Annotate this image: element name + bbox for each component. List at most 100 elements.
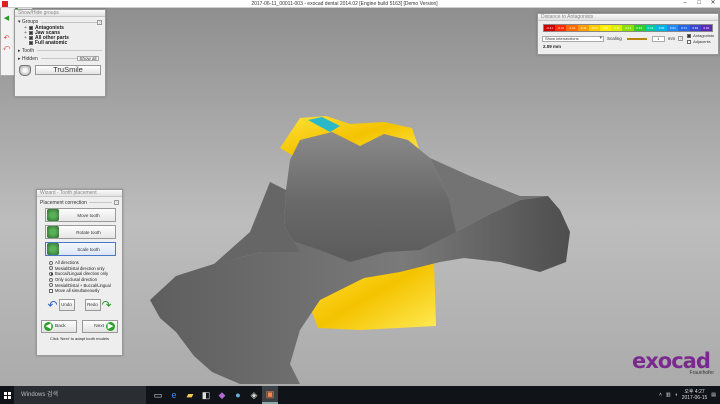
distance-title: Distance to Antagonists [538, 14, 718, 21]
scale-cell: 0.11 [611, 25, 623, 31]
app-icon-blue[interactable]: ● [230, 386, 246, 404]
next-button[interactable]: Next ▶ [82, 319, 118, 333]
scaling-input[interactable]: 1 [651, 35, 665, 42]
showhide-title: Show/Hide groups [15, 10, 105, 17]
exocad-taskbar-icon[interactable]: ▣ [262, 386, 278, 404]
scale-tooth-label: Scale tooth [77, 246, 100, 252]
tooth-move-icon [47, 209, 59, 221]
rotate-ccw-icon[interactable]: ↶ [2, 34, 11, 43]
system-tray: ˄ ▥ ◖ 오후 4:27 2017-06-15 ▤ [659, 389, 720, 401]
gum-scan [150, 196, 570, 384]
move-tooth-label: Move tooth [77, 212, 100, 218]
back-arrow-icon: ◀ [44, 321, 53, 331]
min-distance-value: 2.09 mm [543, 44, 562, 49]
scale-cell: -0.01 [588, 25, 601, 31]
task-view-icon[interactable]: ▭ [150, 386, 166, 404]
notification-icon[interactable]: ▤ [711, 392, 716, 398]
scale-cell: 0.71 [678, 25, 690, 31]
move-left-icon[interactable]: ◀ [2, 14, 11, 23]
gum-wing-right [430, 158, 548, 232]
tilt-left-icon[interactable]: ⤺ [2, 44, 11, 53]
rotate-tooth-label: Rotate tooth [76, 229, 101, 235]
intersections-dropdown[interactable]: Show intersections [542, 35, 604, 42]
antagonists-checkbox[interactable]: Antagonists [687, 33, 714, 38]
trusmile-button[interactable]: TruSmile [35, 65, 101, 76]
back-button[interactable]: ◀ Back [41, 319, 77, 333]
scale-cell: 0.91 [700, 25, 713, 31]
rotate-tooth-button[interactable]: Rotate tooth [45, 225, 116, 239]
move-tooth-button[interactable]: Move tooth [45, 208, 116, 222]
placement-label: Placement correction [40, 199, 87, 206]
group-item-full-anatomic[interactable]: Full anatomic [15, 40, 105, 47]
taskbar: Windows 검색 ▭ e ▰ ◧ ◆ ● ◈ ▣ ˄ ▥ ◖ 오후 4:27… [0, 386, 720, 404]
scale-cell: 0.51 [656, 25, 668, 31]
volume-icon[interactable]: ◖ [675, 392, 678, 398]
scale-cell: -0.31 [555, 25, 567, 31]
scale-cell: 0.61 [667, 25, 679, 31]
scale-cell: -0.41 [544, 25, 556, 31]
scale-tooth-button[interactable]: Scale tooth [45, 242, 116, 256]
minimize-button[interactable]: – [678, 0, 692, 7]
scaling-slider[interactable] [626, 37, 647, 40]
checkbox[interactable] [29, 35, 33, 40]
cyan-contact [308, 117, 340, 132]
crown-rim [280, 116, 420, 160]
close-button[interactable]: ✕ [706, 0, 720, 7]
collapse-icon: ▸ [18, 47, 21, 54]
scale-cell: 0.01 [600, 25, 612, 31]
collapse-icon: ▾ [18, 19, 21, 25]
show-all-button[interactable]: Show all [77, 56, 99, 62]
checkbox[interactable] [29, 41, 33, 46]
edge-icon[interactable]: e [166, 386, 182, 404]
exocad-logo: exocad Fraunhofer [632, 349, 714, 376]
redo-button[interactable]: Redo ↷ [83, 298, 114, 312]
wizard-title: Wizard - Tooth placement [37, 190, 122, 197]
tooth-label: Tooth [21, 47, 35, 54]
group-label: Full anatomic [35, 40, 68, 47]
window-title: 2017-06-11_00011-003 - exocad dental 201… [251, 0, 438, 7]
scale-cell: -0.11 [577, 25, 589, 31]
tray-up-icon[interactable]: ˄ [659, 392, 662, 398]
undo-arrow-icon: ↶ [47, 297, 58, 312]
tooth-rotate-icon [47, 226, 59, 238]
maximize-button[interactable]: □ [692, 0, 706, 7]
help-button[interactable]: ? [678, 36, 684, 41]
next-arrow-icon: ▶ [106, 321, 115, 331]
redo-arrow-icon: ↷ [101, 297, 112, 312]
unit-label: mm [667, 36, 676, 41]
scale-cell: 0.81 [689, 25, 701, 31]
wizard-panel: Wizard - Tooth placement Placement corre… [36, 189, 123, 356]
store-icon[interactable]: ◧ [198, 386, 214, 404]
tooth-scale-icon [47, 243, 59, 255]
window-titlebar: 2017-06-11_00011-003 - exocad dental 201… [0, 0, 720, 8]
gum-wing-left [176, 182, 300, 276]
checkbox[interactable] [29, 30, 33, 35]
app-icon-purple[interactable]: ◆ [214, 386, 230, 404]
direction-options: All directions Mesial/Distal direction o… [49, 260, 122, 294]
hidden-label: Hidden [21, 55, 38, 62]
windows-start-icon[interactable] [0, 386, 14, 404]
scale-cell: -0.21 [566, 25, 578, 31]
crown-body [284, 132, 460, 266]
scale-cell: 0.21 [622, 25, 634, 31]
tooth-header[interactable]: ▸ Tooth [15, 48, 105, 54]
placement-header: Placement correction ? [37, 197, 122, 206]
clock[interactable]: 오후 4:27 2017-06-15 [682, 389, 708, 401]
taskbar-search[interactable]: Windows 검색 [14, 386, 146, 404]
file-explorer-icon[interactable]: ▰ [182, 386, 198, 404]
trusmile-row: TruSmile [15, 62, 105, 79]
scale-cell: 0.31 [633, 25, 645, 31]
showhide-panel: Show/Hide groups ▾ Groups ? + Antagonists… [14, 9, 106, 97]
adjacents-checkbox[interactable]: Adjacents [687, 39, 714, 44]
die-lower [312, 258, 436, 330]
help-button[interactable]: ? [97, 19, 102, 25]
checkbox[interactable] [29, 25, 33, 30]
app-icon-dark[interactable]: ◈ [246, 386, 262, 404]
move-simultaneously-checkbox[interactable]: Move all simultaneously [49, 288, 122, 294]
scaling-label: Scaling [607, 36, 622, 41]
scale-cell: 0.41 [644, 25, 657, 31]
help-button[interactable]: ? [114, 200, 119, 205]
network-icon[interactable]: ▥ [666, 392, 671, 398]
undo-button[interactable]: ↶ Undo [45, 298, 76, 312]
distance-panel: Distance to Antagonists -0.41 -0.31 -0.21-… [537, 13, 719, 55]
